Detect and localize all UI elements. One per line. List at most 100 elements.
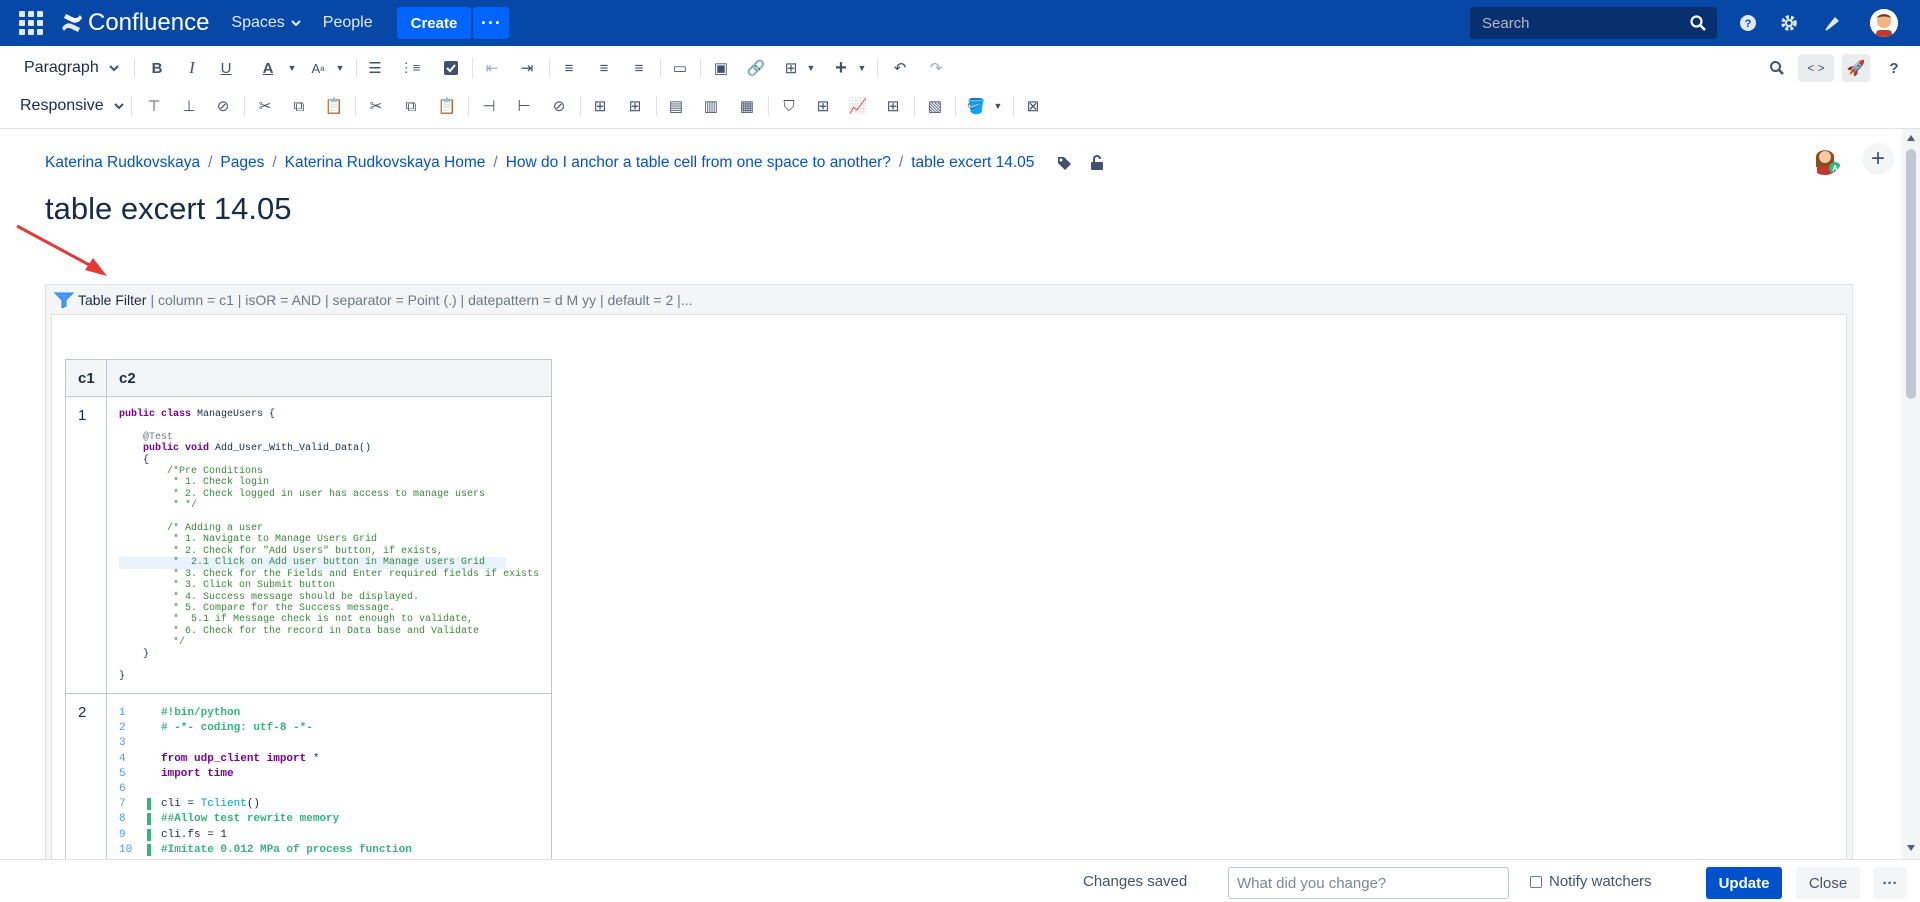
- unlock-restrictions-icon[interactable]: [1090, 155, 1104, 171]
- table-cell-code[interactable]: 1 #!bin/python 2 # -*- coding: utf-8 -*- 3…: [105, 693, 553, 859]
- bullet-list-icon[interactable]: ☰: [361, 54, 389, 82]
- macro-params: | column = c1 | isOR = AND | separator =…: [150, 291, 693, 308]
- table-cell-code[interactable]: public class ManageUsers { @Test public …: [105, 396, 553, 694]
- align-left-icon[interactable]: ≡: [555, 54, 583, 82]
- table-header-cell[interactable]: c1: [65, 359, 107, 397]
- app-switcher-icon[interactable]: [18, 10, 44, 36]
- vertical-scrollbar[interactable]: [1902, 129, 1920, 859]
- insert-column-left-icon[interactable]: ⊣: [475, 92, 503, 120]
- insert-row-above-icon[interactable]: ⊤: [140, 92, 168, 120]
- cut-column-icon[interactable]: ✂: [362, 92, 390, 120]
- user-avatar[interactable]: [1870, 9, 1898, 37]
- delete-column-icon[interactable]: ⊘: [545, 92, 573, 120]
- settings-gear-icon[interactable]: [1778, 12, 1800, 34]
- people-link[interactable]: People: [323, 14, 373, 32]
- undo-icon[interactable]: ↶: [886, 54, 914, 82]
- link-icon[interactable]: 🔗: [742, 54, 770, 82]
- chevron-down-icon[interactable]: ▼: [848, 54, 876, 82]
- chevron-down-icon: [109, 64, 119, 71]
- table-spreadsheet-icon[interactable]: ⊞: [879, 92, 907, 120]
- paste-column-icon[interactable]: 📋: [433, 92, 461, 120]
- numbered-list-icon[interactable]: ⋮≡: [396, 54, 424, 82]
- spaces-menu[interactable]: Spaces: [231, 14, 301, 32]
- table-cell[interactable]: 2: [65, 693, 107, 859]
- table-filter-icon[interactable]: ⛉: [775, 92, 803, 120]
- close-button[interactable]: Close: [1796, 867, 1860, 899]
- toolbar-divider: [1013, 96, 1014, 116]
- chevron-down-icon[interactable]: ▼: [278, 54, 306, 82]
- table-header-row: c1 c2: [65, 359, 553, 397]
- change-comment-input[interactable]: What did you change?: [1228, 867, 1509, 899]
- scroll-down-icon[interactable]: [1907, 845, 1915, 851]
- table-header-cell[interactable]: c2: [105, 359, 553, 397]
- insert-column-right-icon[interactable]: ⊢: [510, 92, 538, 120]
- table-properties-icon[interactable]: ▧: [921, 92, 949, 120]
- task-list-icon[interactable]: [437, 54, 465, 82]
- paragraph-style-dropdown[interactable]: Paragraph: [24, 59, 119, 77]
- toolbar-divider: [244, 96, 245, 116]
- indent-icon[interactable]: ⇥: [513, 54, 541, 82]
- heading-row-icon[interactable]: ▤: [662, 92, 690, 120]
- help-icon[interactable]: ?: [1737, 12, 1759, 34]
- notify-label: Notify watchers: [1549, 873, 1652, 890]
- copy-row-icon[interactable]: ⧉: [285, 92, 313, 120]
- scroll-up-icon[interactable]: [1907, 135, 1915, 141]
- chevron-down-icon[interactable]: ▼: [797, 54, 825, 82]
- source-editor-button[interactable]: < >: [1798, 54, 1834, 82]
- breadcrumb-home[interactable]: Katerina Rudkovskaya Home: [285, 154, 486, 172]
- delete-row-icon[interactable]: ⊘: [209, 92, 237, 120]
- page-layout-icon[interactable]: ▭: [666, 54, 694, 82]
- scrollbar-thumb[interactable]: [1906, 149, 1916, 399]
- paste-row-icon[interactable]: 📋: [320, 92, 348, 120]
- save-status: Changes saved: [1083, 873, 1188, 890]
- find-replace-icon[interactable]: [1763, 54, 1791, 82]
- insert-row-below-icon[interactable]: ⊥: [175, 92, 203, 120]
- confluence-logo[interactable]: Confluence: [60, 9, 209, 37]
- page-title[interactable]: table excert 14.05: [45, 191, 291, 227]
- align-center-icon[interactable]: ≡: [590, 54, 618, 82]
- rocket-icon[interactable]: 🚀: [1842, 54, 1870, 82]
- toolbar-divider: [131, 96, 132, 116]
- merge-cells-icon[interactable]: ⊞: [586, 92, 614, 120]
- bold-icon[interactable]: B: [143, 54, 171, 82]
- image-icon[interactable]: ▣: [707, 54, 735, 82]
- collaborator-avatar[interactable]: A: [1808, 141, 1842, 175]
- paragraph-label: Paragraph: [24, 59, 99, 76]
- redo-icon[interactable]: ↷: [922, 54, 950, 82]
- help-icon[interactable]: ?: [1880, 54, 1908, 82]
- copy-column-icon[interactable]: ⧉: [397, 92, 425, 120]
- italic-icon[interactable]: I: [178, 54, 206, 82]
- table-width-dropdown[interactable]: Responsive: [20, 97, 124, 115]
- table-filter-macro[interactable]: Table Filter | column = c1 | isOR = AND …: [45, 284, 1853, 859]
- footer-row-icon[interactable]: ▦: [733, 92, 761, 120]
- pivot-table-icon[interactable]: ⊞: [809, 92, 837, 120]
- search-input[interactable]: Search: [1470, 7, 1717, 39]
- chevron-down-icon[interactable]: ▼: [326, 54, 354, 82]
- toolbar-divider: [914, 96, 915, 116]
- notify-watchers-checkbox[interactable]: Notify watchers: [1530, 873, 1652, 890]
- breadcrumb-current-page[interactable]: table excert 14.05: [911, 154, 1034, 172]
- label-tag-icon[interactable]: [1056, 155, 1072, 171]
- add-collaborator-button[interactable]: +: [1862, 143, 1894, 175]
- cut-row-icon[interactable]: ✂: [251, 92, 279, 120]
- search-icon: [1690, 15, 1706, 31]
- checkbox-icon[interactable]: [1530, 875, 1542, 888]
- table-chart-icon[interactable]: 📈: [844, 92, 872, 120]
- notifications-icon[interactable]: [1822, 12, 1844, 34]
- breadcrumb-space[interactable]: Katerina Rudkovskaya: [45, 154, 200, 172]
- create-more-button[interactable]: ···: [473, 7, 510, 39]
- create-button[interactable]: Create: [396, 7, 472, 39]
- split-cell-icon[interactable]: ⊞: [621, 92, 649, 120]
- table-cell[interactable]: 1: [65, 396, 107, 694]
- more-actions-button[interactable]: ···: [1873, 867, 1907, 899]
- update-button[interactable]: Update: [1706, 867, 1782, 899]
- align-right-icon[interactable]: ≡: [625, 54, 653, 82]
- heading-column-icon[interactable]: ▥: [697, 92, 725, 120]
- chevron-down-icon[interactable]: ▼: [984, 92, 1012, 120]
- outdent-icon[interactable]: ⇤: [478, 54, 506, 82]
- underline-icon[interactable]: U: [212, 54, 240, 82]
- breadcrumb-parent-page[interactable]: How do I anchor a table cell from one sp…: [506, 154, 891, 172]
- svg-text:?: ?: [1745, 18, 1752, 30]
- breadcrumb-pages[interactable]: Pages: [220, 154, 264, 172]
- delete-table-icon[interactable]: ⊠: [1019, 92, 1047, 120]
